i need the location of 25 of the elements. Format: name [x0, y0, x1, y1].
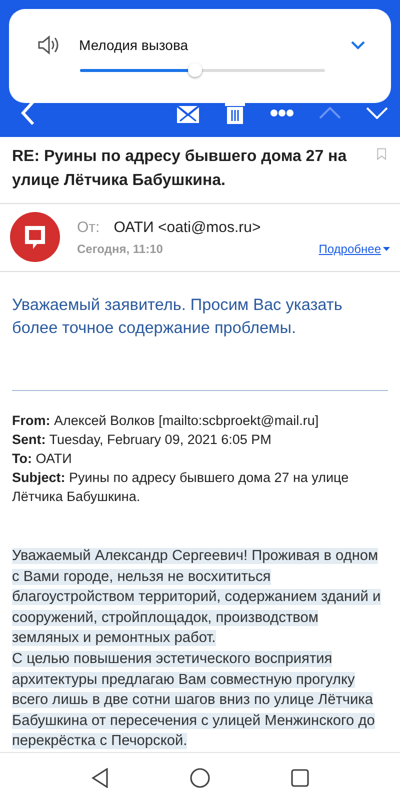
- trash-icon[interactable]: [225, 101, 245, 125]
- quoted-header: To: ОАТИ: [12, 450, 73, 468]
- reply-text: Уважаемый заявитель. Просим Вас указать более точное содержание проблемы.: [12, 295, 344, 339]
- message-date: Сегодня, 11:10: [77, 242, 163, 256]
- back-nav-icon[interactable]: [90, 768, 109, 788]
- details-link[interactable]: Подробнее: [318, 242, 390, 256]
- down-icon[interactable]: [366, 107, 388, 119]
- volume-slider[interactable]: [80, 62, 325, 78]
- more-icon[interactable]: [270, 109, 294, 117]
- from-label: От:: [77, 218, 100, 236]
- speaker-icon: [37, 35, 61, 55]
- home-nav-icon[interactable]: [190, 768, 210, 788]
- expand-icon[interactable]: [351, 40, 365, 50]
- recents-nav-icon[interactable]: [291, 768, 310, 787]
- dropdown-caret-icon: [383, 246, 390, 250]
- quoted-header: From: Алексей Волков [mailto:scbproekt@mail.ru]: [12, 412, 320, 430]
- back-icon[interactable]: [20, 100, 36, 126]
- body-paragraph: Уважаемый Александр Сергеевич! Проживая в одном с Вами городе, нельзя не восхититься благоустройством территорий, содержанием зданий и сооружений, стройплощадок, производством земляных и ремонтных работ.: [12, 547, 382, 648]
- body-paragraph: С целью повышения эстетического восприятия архитектуры предлагаю Вам совместную прогулку всего лишь в две сотни шагов вниз по улице Лётчика Бабушкина от пересечения с улицей Менжинского до перекрёстка с Печорской.: [12, 650, 376, 752]
- message-subject: RE: Руины по адресу бывшего дома 27 на улице Лётчика Бабушкина.: [12, 147, 348, 191]
- quoted-header: Subject: Руины по адресу бывшего дома 27 на улице Лётчика Бабушкина.: [12, 469, 350, 506]
- volume-label: Мелодия вызова: [79, 37, 190, 53]
- sender-avatar-icon: [10, 212, 60, 262]
- quoted-header: Sent: Tuesday, February 09, 2021 6:05 PM: [12, 431, 272, 449]
- sender-address: ОАТИ <oati@mos.ru>: [114, 218, 261, 236]
